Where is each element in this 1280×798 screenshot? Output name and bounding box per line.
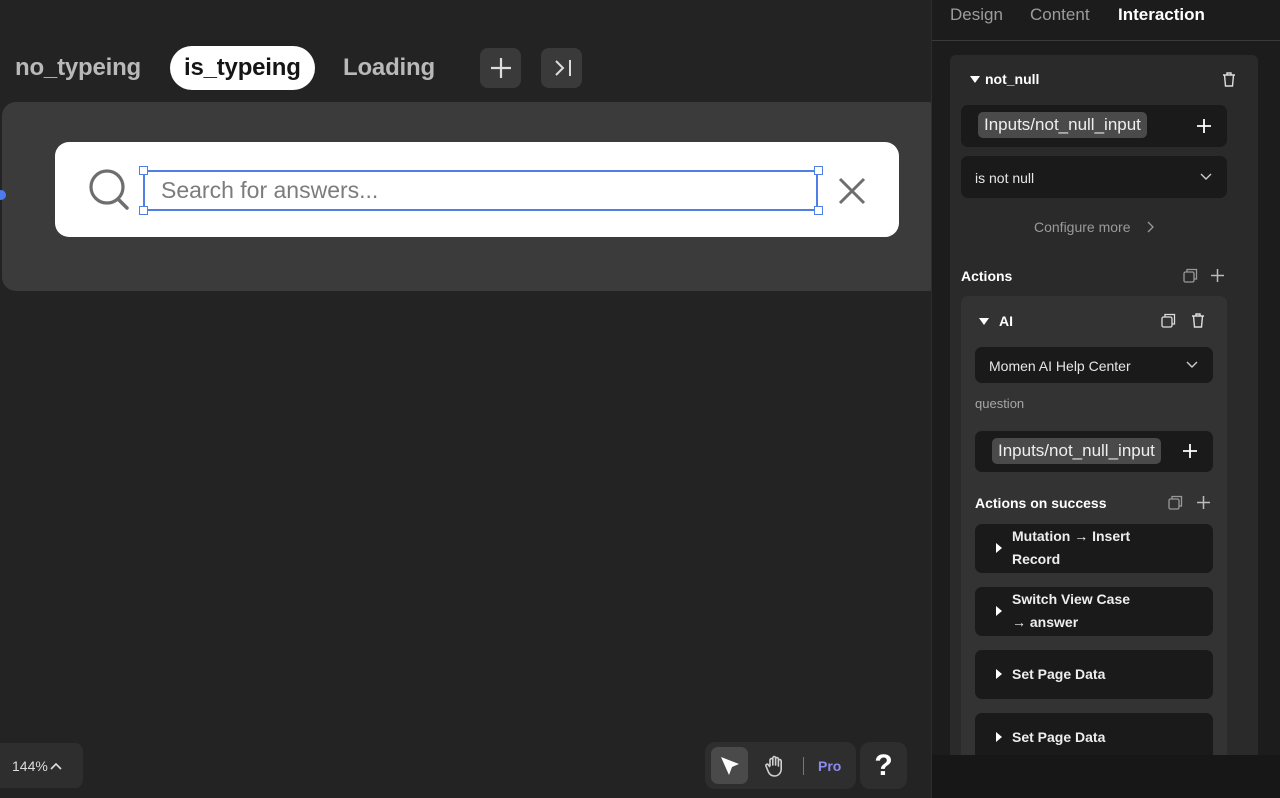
plus-icon[interactable] <box>1196 495 1211 510</box>
add-state-button[interactable] <box>480 48 521 88</box>
expand-triangle-icon[interactable] <box>996 543 1002 553</box>
action-label-line2: Record <box>1012 551 1061 567</box>
panel-tabs: Design Content Interaction <box>932 0 1280 41</box>
pro-mode-button[interactable]: Pro <box>818 758 841 774</box>
close-icon[interactable] <box>837 176 867 211</box>
chevron-right-bar-icon <box>554 60 571 76</box>
expand-triangle-icon[interactable] <box>996 732 1002 742</box>
expand-triangle-icon[interactable] <box>979 318 989 325</box>
resize-handle-bl[interactable] <box>139 206 148 215</box>
condition-name: not_null <box>985 71 1040 87</box>
hand-icon <box>765 755 782 777</box>
zoom-level: 144% <box>12 757 48 774</box>
trash-icon[interactable] <box>1222 72 1236 87</box>
resize-handle-tl[interactable] <box>139 166 148 175</box>
resize-handle-br[interactable] <box>814 206 823 215</box>
param-variable-chip[interactable]: Inputs/not_null_input <box>992 438 1161 464</box>
select-tool-button[interactable] <box>711 747 748 784</box>
tab-interaction[interactable]: Interaction <box>1118 5 1205 25</box>
panel-footer <box>932 755 1280 798</box>
hand-tool-button[interactable] <box>760 750 792 782</box>
action-label-line2: → answer <box>1012 614 1079 630</box>
state-tab-no-typeing[interactable]: no_typeing <box>1 46 155 90</box>
action-label-line1: Set Page Data <box>1012 729 1106 745</box>
configure-more-link[interactable]: Configure more <box>1034 219 1131 235</box>
action-label-line1: Switch View Case <box>1012 591 1131 607</box>
toolbar-divider <box>803 757 804 775</box>
tab-design[interactable]: Design <box>950 5 1003 25</box>
resize-handle-tr[interactable] <box>814 166 823 175</box>
plus-icon <box>490 58 511 78</box>
search-input[interactable]: Search for answers... <box>143 170 818 211</box>
copy-icon[interactable] <box>1161 313 1176 328</box>
actions-heading: Actions <box>961 268 1013 284</box>
success-action-item[interactable]: Mutation → Insert Record <box>975 524 1213 573</box>
chevron-right-icon <box>1147 221 1154 233</box>
expand-triangle-icon[interactable] <box>970 76 980 83</box>
interaction-scroll-area[interactable]: not_null Inputs/not_null_input is not nu… <box>950 55 1258 755</box>
copy-icon[interactable] <box>1168 495 1183 510</box>
expand-triangle-icon[interactable] <box>996 606 1002 616</box>
copy-icon[interactable] <box>1183 268 1198 283</box>
success-action-item[interactable]: Switch View Case → answer <box>975 587 1213 636</box>
properties-panel: Design Content Interaction not_null Inpu… <box>931 0 1280 798</box>
actions-on-success-heading: Actions on success <box>975 495 1107 511</box>
ai-model-value: Momen AI Help Center <box>989 358 1131 374</box>
collapse-panel-button[interactable] <box>541 48 582 88</box>
help-button[interactable]: ? <box>860 742 907 789</box>
search-icon <box>88 168 130 215</box>
param-label: question <box>975 396 1025 411</box>
plus-icon[interactable] <box>1196 118 1212 134</box>
cursor-arrow-icon <box>720 756 739 775</box>
state-tab-loading[interactable]: Loading <box>329 46 449 90</box>
state-tab-is-typeing[interactable]: is_typeing <box>170 46 315 90</box>
ai-action-title: AI <box>999 313 1013 329</box>
search-placeholder: Search for answers... <box>161 177 379 203</box>
chevron-down-icon <box>1200 173 1212 180</box>
action-label-line1: Mutation → Insert <box>1012 528 1131 544</box>
plus-icon[interactable] <box>1182 443 1198 459</box>
chevron-up-icon <box>50 762 62 770</box>
tab-content[interactable]: Content <box>1030 5 1090 25</box>
trash-icon[interactable] <box>1191 313 1205 328</box>
zoom-control[interactable]: 144% <box>0 743 83 788</box>
canvas-area[interactable]: no_typeing is_typeing Loading Search for… <box>0 0 931 798</box>
operator-value: is not null <box>975 170 1035 186</box>
input-variable-chip[interactable]: Inputs/not_null_input <box>978 112 1147 138</box>
plus-icon[interactable] <box>1210 268 1225 283</box>
expand-triangle-icon[interactable] <box>996 669 1002 679</box>
success-action-item[interactable]: Set Page Data <box>975 713 1213 755</box>
action-label-line1: Set Page Data <box>1012 666 1106 682</box>
chevron-down-icon <box>1186 361 1198 368</box>
success-action-item[interactable]: Set Page Data <box>975 650 1213 699</box>
